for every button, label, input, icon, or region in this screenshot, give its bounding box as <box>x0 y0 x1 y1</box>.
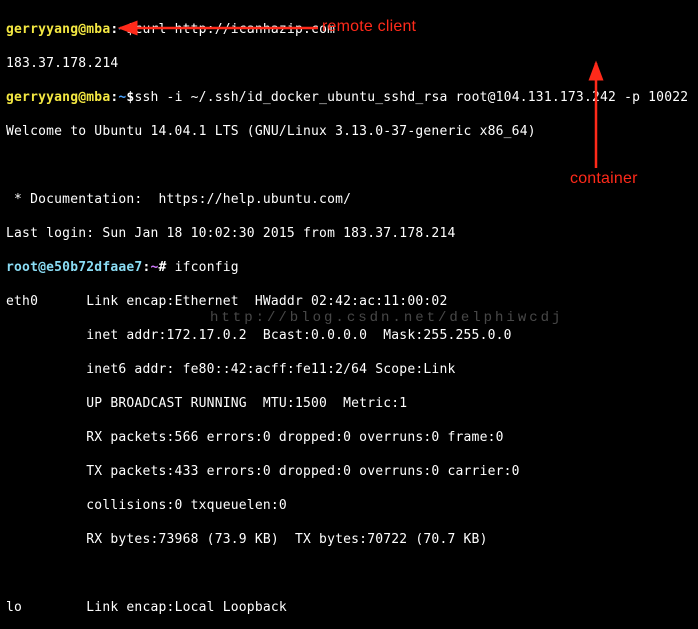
annotation-container: container <box>570 170 638 187</box>
ifconfig-command: ifconfig <box>175 260 239 275</box>
ifconfig-lo: lo Link encap:Local Loopback <box>6 599 694 616</box>
annotation-remote-client: remote client <box>322 18 416 35</box>
prompt-userhost: root@e50b72dfaae7 <box>6 260 142 275</box>
ifconfig-line: inet6 addr: fe80::42:acff:fe11:2/64 Scop… <box>6 361 694 378</box>
prompt-userhost: gerryyang@mba <box>6 90 110 105</box>
prompt-path: ~ <box>151 260 159 275</box>
doc-line: * Documentation: https://help.ubuntu.com… <box>6 191 694 208</box>
ifconfig-line: collisions:0 txqueuelen:0 <box>6 497 694 514</box>
ifconfig-line: RX packets:566 errors:0 dropped:0 overru… <box>6 429 694 446</box>
ifconfig-line: inet addr:172.17.0.2 Bcast:0.0.0.0 Mask:… <box>6 327 694 344</box>
ifconfig-eth0: eth0 Link encap:Ethernet HWaddr 02:42:ac… <box>6 293 694 310</box>
prompt-line-2: gerryyang@mba:~$ssh -i ~/.ssh/id_docker_… <box>6 89 694 106</box>
prompt-sep: # <box>159 260 167 275</box>
watermark: http://blog.csdn.net/delphiwcdj <box>210 310 563 327</box>
welcome-line: Welcome to Ubuntu 14.04.1 LTS (GNU/Linux… <box>6 123 694 140</box>
terminal-window[interactable]: gerryyang@mba:~$curl http://icanhazip.co… <box>0 0 698 629</box>
curl-output-ip: 183.37.178.214 <box>6 55 694 72</box>
last-login: Last login: Sun Jan 18 10:02:30 2015 fro… <box>6 225 694 242</box>
prompt-userhost: gerryyang@mba <box>6 22 110 37</box>
ifconfig-line: RX bytes:73968 (73.9 KB) TX bytes:70722 … <box>6 531 694 548</box>
ifconfig-line: UP BROADCAST RUNNING MTU:1500 Metric:1 <box>6 395 694 412</box>
prompt-line-3: root@e50b72dfaae7:~# ifconfig <box>6 259 694 276</box>
ifconfig-line: TX packets:433 errors:0 dropped:0 overru… <box>6 463 694 480</box>
iface-eth0: eth0 <box>6 294 38 309</box>
ssh-command: ssh -i ~/.ssh/id_docker_ubuntu_sshd_rsa … <box>134 90 688 105</box>
curl-command: curl http://icanhazip.com <box>134 22 335 37</box>
iface-lo: lo <box>6 600 22 615</box>
